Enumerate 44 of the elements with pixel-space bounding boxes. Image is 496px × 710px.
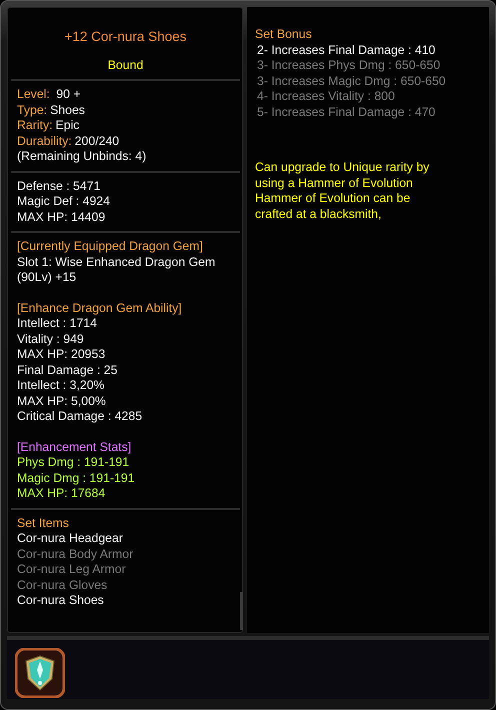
shield-gem-icon[interactable] [15, 648, 65, 698]
attribute-label: Durability: [17, 134, 72, 149]
set-item: Cor-nura Gloves [17, 578, 108, 593]
attribute-value: 200/240 [74, 134, 120, 149]
set-bonus-line: 3- Increases Phys Dmg : 650-650 [256, 58, 442, 74]
stat-line: Intellect : 1714 [17, 316, 98, 332]
attribute-value: Epic [56, 118, 80, 134]
stat-line: MAX HP: 5,00% [17, 394, 107, 409]
set-bonus-line: 2- Increases Final Damage : 410 [256, 42, 436, 58]
stat-line: Final Damage : 25 [17, 362, 118, 378]
stat-line: Phys Dmg : 191-191 [17, 455, 130, 470]
upgrade-note: Can upgrade to Unique rarity by using a Hammer of Evolution Hammer of Evolution can be crafted at a blacksmith, [255, 160, 430, 222]
set-bonus-line: 5- Increases Final Damage : 470 [256, 104, 436, 120]
section-heading: [Enhance Dragon Gem Ability] [17, 300, 183, 316]
set-item: Cor-nura Headgear [17, 531, 124, 546]
attribute-label: Type: [17, 102, 48, 118]
unbinds-text: (Remaining Unbinds: 4) [17, 149, 148, 164]
attribute-label: Rarity: [17, 118, 53, 134]
set-item: Cor-nura Leg Armor [17, 562, 127, 578]
attribute-value: Shoes [50, 102, 85, 118]
stat-line: Vitality : 949 [17, 332, 85, 347]
stat-line: Magic Dmg : 191-191 [17, 470, 136, 486]
stat-line: MAX HP: 14409 [17, 210, 106, 225]
section-heading: [Currently Equipped Dragon Gem] [17, 239, 204, 254]
stat-line: MAX HP: 17684 [17, 486, 106, 502]
set-bonus-line: 4- Increases Vitality : 800 [256, 89, 396, 104]
bound-status: Bound [106, 58, 144, 73]
stat-line: Defense : 5471 [17, 178, 102, 194]
item-title: +12 Cor-nura Shoes [64, 29, 188, 44]
attribute-label: Level: [17, 87, 50, 102]
stat-line: Critical Damage : 4285 [17, 409, 144, 424]
gem-line: Slot 1: Wise Enhanced Dragon Gem [17, 254, 216, 270]
section-heading: Set Items [17, 516, 70, 531]
stat-line: Intellect : 3,20% [17, 378, 106, 394]
set-bonus-line: 3- Increases Magic Dmg : 650-650 [256, 74, 447, 89]
stat-line: Magic Def : 4924 [17, 194, 111, 210]
attribute-value: 90 + [55, 87, 81, 102]
stat-line: MAX HP: 20953 [17, 347, 106, 362]
set-item: Cor-nura Shoes [17, 593, 105, 608]
scrollbar[interactable] [240, 592, 243, 630]
set-item: Cor-nura Body Armor [17, 546, 134, 562]
section-heading: Set Bonus [255, 27, 313, 42]
section-heading: [Enhancement Stats] [17, 440, 132, 455]
gem-line: (90Lv) +15 [17, 270, 78, 286]
